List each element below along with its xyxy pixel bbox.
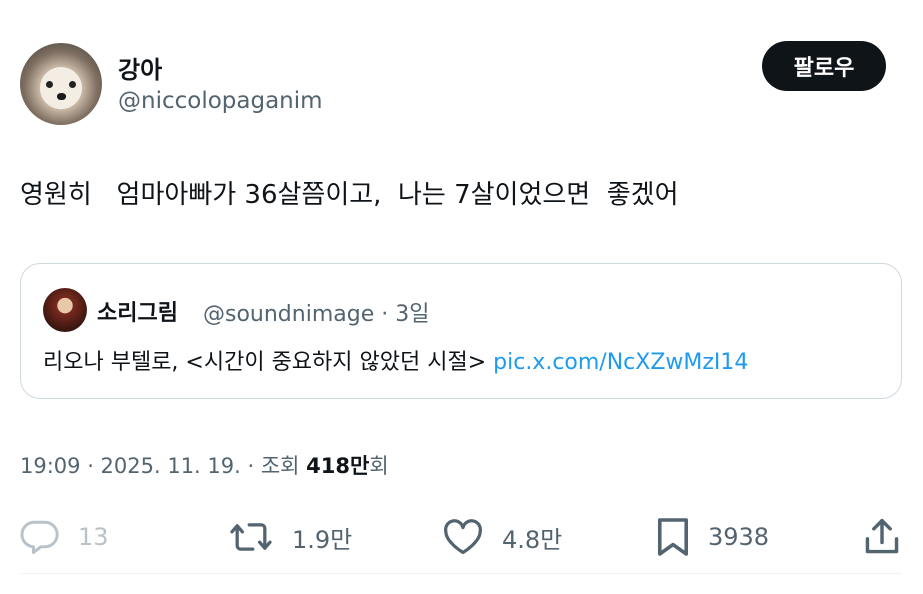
heart-icon	[442, 519, 484, 555]
quoted-author-name[interactable]: 소리그림	[97, 295, 178, 327]
like-button[interactable]: 4.8만	[442, 512, 562, 562]
tweet-meta: 19:09 · 2025. 11. 19. · 조회 418만회	[20, 450, 389, 480]
retweet-icon	[228, 518, 274, 556]
reply-button[interactable]: 13	[20, 512, 109, 562]
quoted-tweet[interactable]: 소리그림 @soundnimage · 3일 리오나 부텔로, <시간이 중요하…	[20, 263, 902, 399]
quoted-text: 리오나 부텔로, <시간이 중요하지 않았던 시절>	[43, 350, 494, 375]
timestamp[interactable]: 19:09 · 2025. 11. 19. · 조회	[20, 454, 306, 478]
retweet-button[interactable]: 1.9만	[228, 512, 352, 562]
follow-button[interactable]: 팔로우	[762, 41, 886, 91]
like-count: 4.8만	[502, 525, 563, 554]
action-bar: 13 1.9만 4.8만 3938	[20, 512, 902, 562]
quoted-handle-time: @soundnimage · 3일	[203, 302, 430, 327]
author-name[interactable]: 강아	[118, 50, 162, 85]
quoted-body: 리오나 부텔로, <시간이 중요하지 않았던 시절> pic.x.com/NcX…	[43, 344, 748, 376]
tweet-header: 강아 @niccolopaganim 팔로우	[20, 40, 886, 130]
avatar[interactable]	[20, 43, 102, 125]
reply-icon	[20, 519, 60, 555]
bookmark-count: 3938	[708, 523, 770, 551]
bookmark-button[interactable]: 3938	[656, 512, 769, 562]
retweet-count: 1.9만	[292, 525, 353, 554]
avatar-nose	[57, 93, 66, 100]
share-button[interactable]	[862, 512, 902, 562]
quoted-avatar[interactable]	[43, 288, 87, 332]
avatar-eye	[46, 81, 53, 88]
reply-count: 13	[78, 523, 109, 551]
quoted-link[interactable]: pic.x.com/NcXZwMzI14	[493, 350, 748, 375]
share-icon	[862, 517, 902, 557]
avatar-eye	[69, 81, 76, 88]
author-handle[interactable]: @niccolopaganim	[118, 88, 323, 114]
divider	[20, 573, 902, 574]
view-suffix: 회	[369, 454, 389, 478]
view-count: 418만	[306, 454, 370, 478]
bookmark-icon	[656, 516, 690, 558]
tweet-text: 영원히 엄마아빠가 36살쯤이고, 나는 7살이었으면 좋겠어	[20, 180, 679, 210]
